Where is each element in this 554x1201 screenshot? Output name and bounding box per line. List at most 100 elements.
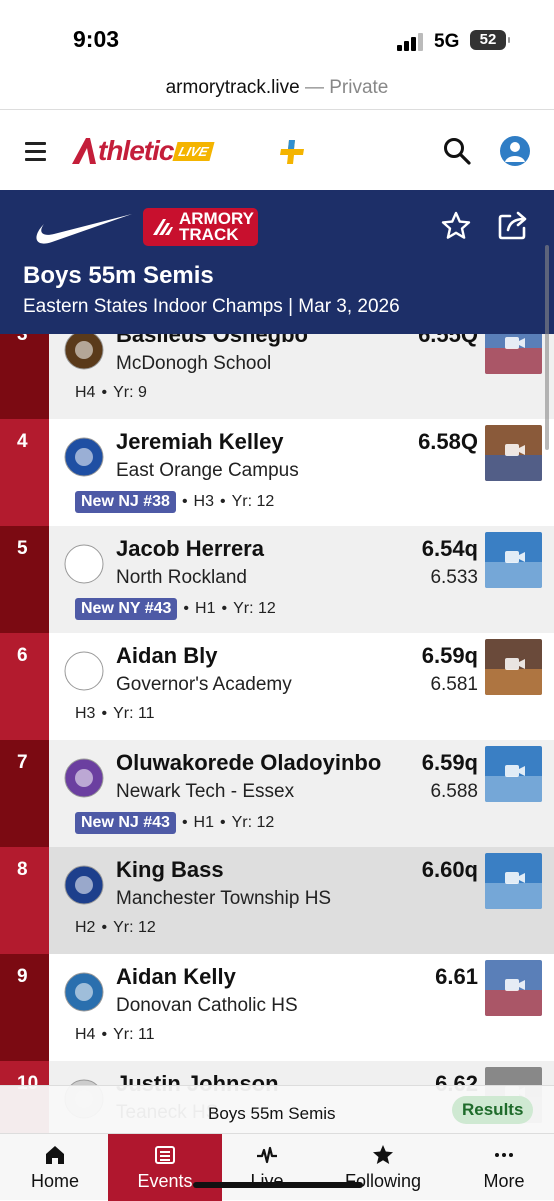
athletic-a-icon bbox=[72, 138, 96, 164]
video-thumbnail[interactable] bbox=[485, 532, 542, 588]
year-label: Yr: 12 bbox=[231, 493, 275, 510]
tab-live[interactable]: Live bbox=[222, 1134, 312, 1201]
result-meta: H4 • Yr: 9 bbox=[75, 384, 147, 402]
place-number: 4 bbox=[0, 419, 49, 526]
school-name: Newark Tech - Essex bbox=[116, 781, 295, 802]
scrollbar[interactable] bbox=[545, 245, 549, 450]
place-number: 3 bbox=[0, 334, 49, 419]
result-mark: 6.59q bbox=[421, 750, 478, 775]
results-button[interactable]: Results bbox=[452, 1096, 534, 1124]
results-list[interactable]: 3 Basileus Oshegbo McDonogh School 6.55Q H4 •… bbox=[0, 334, 554, 1134]
video-thumbnail[interactable] bbox=[485, 960, 542, 1016]
school-logo bbox=[64, 758, 104, 798]
heat-label: H3 bbox=[75, 705, 96, 722]
tab-more-label: More bbox=[483, 1171, 525, 1191]
athlete-name[interactable]: Aidan Kelly bbox=[116, 964, 396, 990]
video-thumbnail[interactable] bbox=[485, 853, 542, 909]
heat-label: H4 bbox=[75, 384, 96, 401]
meta-sep: • bbox=[101, 1026, 108, 1043]
school-name: Governor's Academy bbox=[116, 674, 292, 695]
record-badge: New NY #43 bbox=[75, 598, 178, 620]
meta-sep: • bbox=[101, 919, 108, 936]
brand-line2: TRACK bbox=[179, 225, 239, 244]
athletic-live-logo[interactable]: thletic LIVE bbox=[70, 135, 215, 166]
result-meta: New NJ #38 • H3 • Yr: 12 bbox=[75, 491, 274, 513]
place-number: 7 bbox=[0, 740, 49, 847]
year-label: Yr: 12 bbox=[231, 814, 275, 831]
video-thumbnail[interactable] bbox=[485, 334, 542, 374]
result-row[interactable]: 9 Aidan Kelly Donovan Catholic HS 6.61 H4 • Yr… bbox=[0, 954, 554, 1061]
battery-icon: 52 bbox=[470, 30, 510, 50]
result-body[interactable]: King Bass Manchester Township HS 6.60q H2 • Y… bbox=[49, 847, 554, 954]
result-mark: 6.58Q bbox=[418, 429, 478, 454]
address-bar[interactable]: armorytrack.live — Private bbox=[0, 64, 554, 110]
result-row[interactable]: 3 Basileus Oshegbo McDonogh School 6.55Q H4 •… bbox=[0, 334, 554, 419]
athlete-name[interactable]: Jeremiah Kelley bbox=[116, 429, 396, 455]
athlete-name[interactable]: Jacob Herrera bbox=[116, 536, 396, 562]
result-row[interactable]: 8 King Bass Manchester Township HS 6.60q H2 •… bbox=[0, 847, 554, 954]
armory-track-logo: ARMORY TRACK bbox=[143, 208, 258, 246]
athlete-name[interactable]: Aidan Bly bbox=[116, 643, 396, 669]
result-body[interactable]: Basileus Oshegbo McDonogh School 6.55Q H4 • Y… bbox=[49, 334, 554, 419]
user-icon[interactable] bbox=[500, 136, 530, 166]
school-name: East Orange Campus bbox=[116, 460, 299, 481]
meta-sep: • bbox=[220, 814, 226, 831]
athlete-name[interactable]: King Bass bbox=[116, 857, 396, 883]
url-host: armorytrack.live bbox=[165, 77, 300, 98]
search-icon[interactable] bbox=[443, 137, 471, 165]
result-time-precise: 6.581 bbox=[430, 674, 478, 695]
event-header: ARMORY TRACK Boys 55m Semis Eastern Stat… bbox=[0, 190, 554, 334]
heat-label: H3 bbox=[193, 493, 214, 510]
result-meta: New NJ #43 • H1 • Yr: 12 bbox=[75, 812, 274, 834]
result-time-precise: 6.588 bbox=[430, 781, 478, 802]
heat-label: H4 bbox=[75, 1026, 96, 1043]
result-mark: 6.61 bbox=[435, 964, 478, 989]
meta-sep: • bbox=[220, 493, 226, 510]
tab-following[interactable]: Following bbox=[318, 1134, 448, 1201]
result-body[interactable]: Aidan Kelly Donovan Catholic HS 6.61 H4 • Yr:… bbox=[49, 954, 554, 1061]
plus-icon[interactable] bbox=[277, 137, 307, 167]
menu-icon[interactable] bbox=[25, 142, 46, 166]
athlete-name[interactable]: Oluwakorede Oladoyinbo bbox=[116, 750, 396, 776]
list-icon bbox=[155, 1146, 175, 1164]
share-icon[interactable] bbox=[496, 208, 530, 242]
year-label: Yr: 11 bbox=[113, 1026, 155, 1043]
result-body[interactable]: Jacob Herrera North Rockland 6.54q 6.533 New… bbox=[49, 526, 554, 633]
result-meta: H2 • Yr: 12 bbox=[75, 919, 156, 937]
meta-sep: • bbox=[101, 384, 108, 401]
school-name: Manchester Township HS bbox=[116, 888, 332, 909]
school-name: North Rockland bbox=[116, 567, 247, 588]
school-name: McDonogh School bbox=[116, 353, 272, 374]
result-row[interactable]: 7 Oluwakorede Oladoyinbo Newark Tech - Ess… bbox=[0, 740, 554, 847]
app-bar: thletic LIVE bbox=[0, 110, 554, 190]
athlete-name[interactable]: Basileus Oshegbo bbox=[116, 334, 396, 348]
meta-sep: • bbox=[183, 600, 190, 617]
video-thumbnail[interactable] bbox=[485, 746, 542, 802]
result-mark: 6.54q bbox=[421, 536, 478, 561]
favorite-star-icon[interactable] bbox=[440, 210, 472, 242]
school-logo bbox=[64, 651, 104, 691]
result-row[interactable]: 6 Aidan Bly Governor's Academy 6.59q 6.581 H3… bbox=[0, 633, 554, 740]
result-body[interactable]: Jeremiah Kelley East Orange Campus 6.58Q Ne… bbox=[49, 419, 554, 526]
tab-events[interactable]: Events bbox=[108, 1134, 222, 1201]
private-label: — Private bbox=[299, 77, 389, 98]
result-row[interactable]: 4 Jeremiah Kelley East Orange Campus 6.58Q N… bbox=[0, 419, 554, 526]
home-indicator[interactable] bbox=[193, 1182, 363, 1188]
result-mark: 6.60q bbox=[421, 857, 478, 882]
tab-home[interactable]: Home bbox=[0, 1134, 110, 1201]
video-thumbnail[interactable] bbox=[485, 425, 542, 481]
signal-icon bbox=[397, 33, 423, 51]
event-title: Boys 55m Semis bbox=[23, 262, 214, 289]
logo-text: thletic bbox=[98, 135, 174, 166]
result-body[interactable]: Aidan Bly Governor's Academy 6.59q 6.581 H3 •… bbox=[49, 633, 554, 740]
tab-more[interactable]: More bbox=[454, 1134, 554, 1201]
now-viewing-bar: Boys 55m Semis Results bbox=[0, 1085, 554, 1133]
network-label: 5G bbox=[434, 31, 460, 52]
result-body[interactable]: Oluwakorede Oladoyinbo Newark Tech - Esse… bbox=[49, 740, 554, 847]
year-label: Yr: 12 bbox=[113, 919, 156, 936]
meta-sep: • bbox=[221, 600, 228, 617]
video-thumbnail[interactable] bbox=[485, 639, 542, 695]
result-row[interactable]: 5 Jacob Herrera North Rockland 6.54q 6.533 Ne… bbox=[0, 526, 554, 633]
result-meta: H4 • Yr: 11 bbox=[75, 1026, 155, 1044]
logo-live: LIVE bbox=[172, 141, 215, 161]
